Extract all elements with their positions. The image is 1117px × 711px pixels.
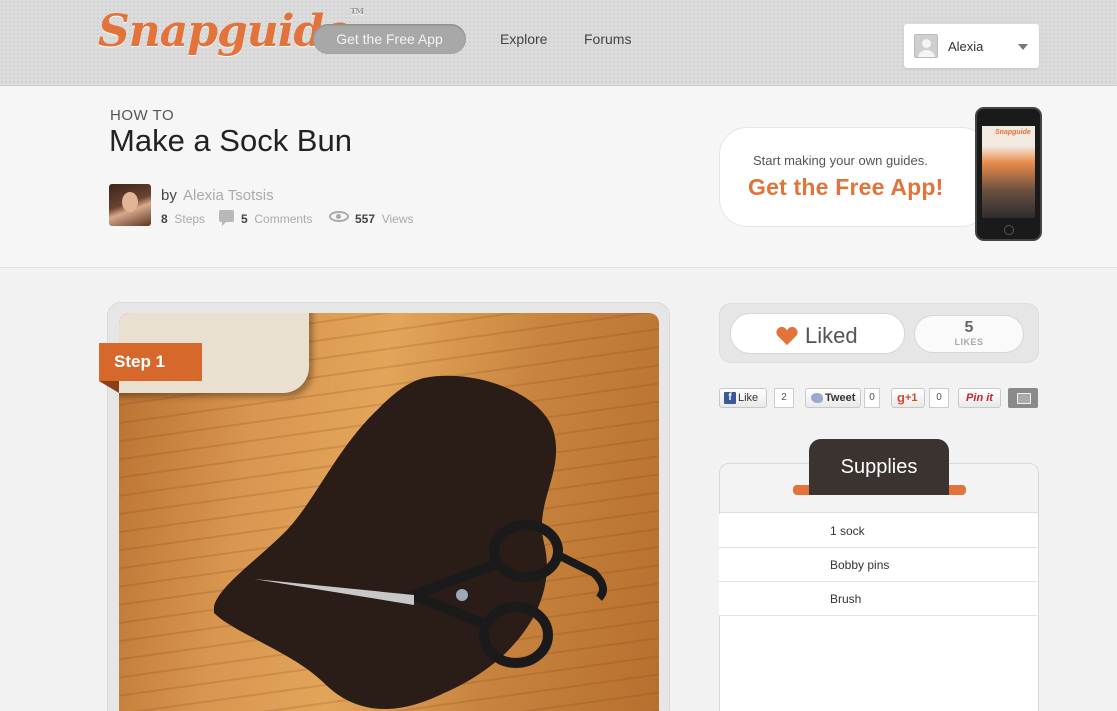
- nav-explore-link[interactable]: Explore: [500, 31, 547, 47]
- user-menu[interactable]: Alexia: [904, 24, 1039, 68]
- author-avatar[interactable]: [109, 184, 151, 226]
- sock-and-scissors-image: [214, 375, 607, 709]
- facebook-icon: f: [724, 392, 736, 404]
- likes-count-label: LIKES: [954, 337, 984, 347]
- phone-screen: Snapguide: [982, 126, 1035, 218]
- email-share-icon[interactable]: [1008, 388, 1038, 408]
- user-name: Alexia: [948, 39, 984, 54]
- liked-button[interactable]: Liked: [730, 313, 905, 354]
- liked-label: Liked: [805, 323, 858, 348]
- phone-logo: Snapguide: [995, 129, 1031, 136]
- facebook-like-button[interactable]: f Like: [719, 388, 767, 408]
- step-badge: Step 1: [99, 343, 202, 393]
- likes-counter: 5 LIKES: [914, 315, 1024, 353]
- user-avatar-icon: [914, 34, 938, 58]
- heart-icon: [776, 326, 798, 346]
- google-plus-count: 0: [929, 388, 949, 408]
- by-label: by: [161, 187, 177, 204]
- google-plus-button[interactable]: g+1: [891, 388, 925, 408]
- free-app-promo[interactable]: Start making your own guides. Get the Fr…: [719, 127, 989, 227]
- views-stat: 557 Views: [355, 212, 414, 226]
- get-free-app-button[interactable]: Get the Free App: [313, 24, 466, 54]
- pinit-button[interactable]: Pin it: [958, 388, 1001, 408]
- supplies-title-tab: Supplies: [809, 439, 949, 495]
- facebook-like-count: 2: [774, 388, 794, 408]
- supply-item: Bobby pins: [719, 548, 1037, 582]
- supply-item: Brush: [719, 582, 1037, 616]
- phone-home-button: [1004, 225, 1014, 235]
- guide-header: HOW TO Make a Sock Bun by Alexia Tsotsis…: [0, 87, 1117, 268]
- comment-icon: [219, 210, 234, 226]
- eye-icon: [329, 211, 349, 222]
- google-plus-icon: g: [897, 390, 905, 405]
- promo-cta[interactable]: Get the Free App!: [748, 174, 944, 201]
- chevron-down-icon[interactable]: [1018, 44, 1028, 50]
- likes-count: 5: [964, 319, 974, 336]
- comments-stat[interactable]: 5 Comments: [241, 212, 312, 226]
- tweet-button[interactable]: Tweet: [805, 388, 861, 408]
- page-title: Make a Sock Bun: [109, 123, 352, 158]
- supply-item: 1 sock: [719, 514, 1037, 548]
- top-navigation-bar: SnapguideTM Get the Free App Explore For…: [0, 0, 1117, 86]
- twitter-bird-icon: [811, 393, 823, 403]
- author-name-link[interactable]: Alexia Tsotsis: [183, 187, 274, 204]
- tweet-count: 0: [864, 388, 880, 408]
- steps-stat: 8 Steps: [161, 212, 206, 226]
- share-row: f Like 2 Tweet 0 g+1 0 Pin it: [719, 388, 1039, 410]
- how-to-kicker: HOW TO: [110, 107, 175, 124]
- phone-image: Snapguide: [975, 107, 1042, 241]
- promo-subtitle: Start making your own guides.: [753, 153, 928, 168]
- nav-forums-link[interactable]: Forums: [584, 31, 631, 47]
